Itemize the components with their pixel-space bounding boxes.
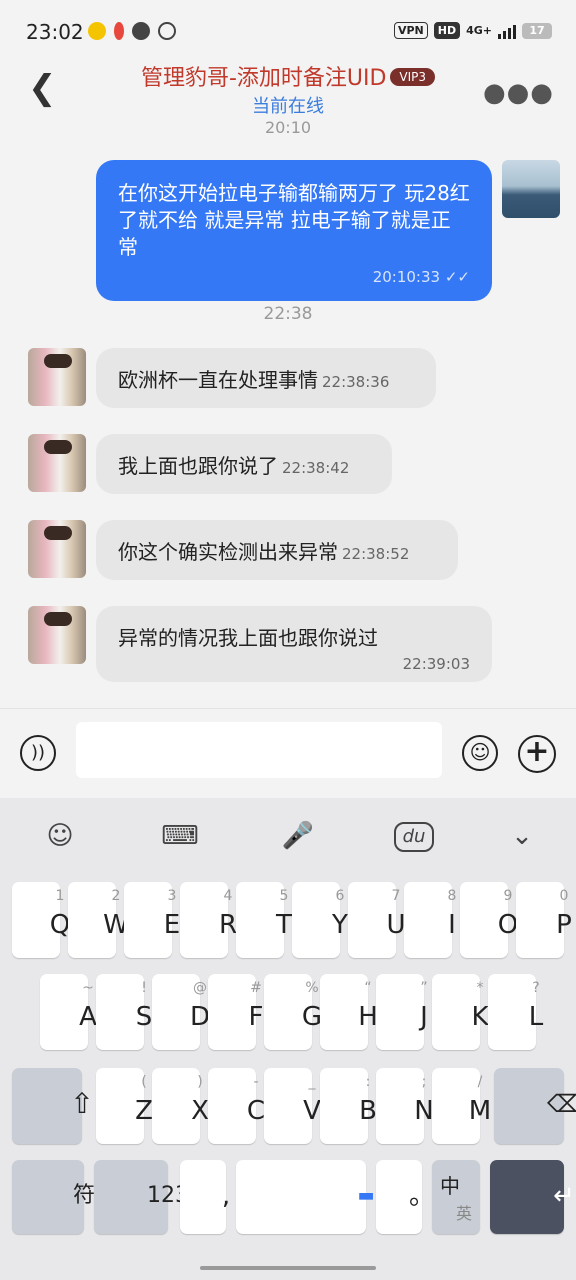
backspace-key[interactable]: ⌫ bbox=[494, 1068, 576, 1144]
key-i[interactable]: 8I bbox=[404, 882, 456, 958]
home-indicator[interactable] bbox=[200, 1266, 376, 1270]
key-n[interactable]: ; N bbox=[376, 1068, 434, 1144]
chat-title: 管理豹哥-添加时备注UID bbox=[140, 66, 387, 91]
contact-avatar[interactable] bbox=[28, 348, 86, 406]
key-m[interactable]: / M bbox=[432, 1068, 491, 1144]
battery-icon: 17 bbox=[522, 22, 552, 39]
plus-icon[interactable]: + bbox=[518, 735, 556, 773]
notification-icons bbox=[88, 22, 176, 40]
message-time: 22:39:03 bbox=[402, 655, 470, 673]
status-time: 23:02 bbox=[26, 20, 84, 44]
enter-key[interactable]: ↵ bbox=[490, 1160, 575, 1234]
microphone-icon[interactable]: 🎤 bbox=[278, 818, 318, 854]
key-secondary-label: ? bbox=[532, 980, 540, 996]
contact-message-bubble[interactable]: 我上面也跟你说了 22:38:42 bbox=[96, 434, 392, 494]
key-label: L bbox=[528, 1002, 544, 1032]
shift-icon: ⇧ bbox=[70, 1087, 94, 1120]
network-label: 4G+ bbox=[466, 24, 492, 37]
voice-icon[interactable]: )) bbox=[20, 735, 56, 771]
contact-avatar[interactable] bbox=[28, 520, 86, 578]
timestamp-divider: 20:10 bbox=[264, 120, 312, 137]
message-text: 异常的情况我上面也跟你说过 bbox=[118, 626, 378, 650]
key-t[interactable]: 5T bbox=[236, 882, 292, 958]
message-time: 22:38:42 bbox=[282, 459, 350, 477]
contact-avatar[interactable] bbox=[28, 434, 86, 492]
comma-key[interactable]: , bbox=[180, 1160, 230, 1234]
link-notification-icon bbox=[158, 22, 176, 40]
location-pin-icon bbox=[114, 22, 124, 40]
keyboard-toolbar: ☺ ⌨ 🎤 du ⌄ bbox=[0, 798, 576, 874]
period-key[interactable]: 。 bbox=[376, 1160, 435, 1234]
key-j[interactable]: ” J bbox=[376, 974, 428, 1050]
numbers-key[interactable]: 123 bbox=[94, 1160, 189, 1234]
key-h[interactable]: “H bbox=[320, 974, 378, 1050]
composer-bar: )) ☺ + bbox=[0, 708, 576, 798]
language-switch-key[interactable]: 中 英 bbox=[432, 1160, 480, 1234]
read-receipt-icon: ✓✓ bbox=[444, 268, 470, 286]
backspace-icon: ⌫ bbox=[547, 1090, 576, 1118]
my-message-bubble[interactable]: 在你这开始拉电子输都输两万了 玩28红了就不给 就是异常 拉电子输了就是正常 2… bbox=[96, 160, 492, 301]
key-s[interactable]: ! S bbox=[96, 974, 152, 1050]
message-text: 欧洲杯一直在处理事情 bbox=[118, 367, 318, 392]
key-r[interactable]: 4R bbox=[180, 882, 237, 958]
status-right: VPN HD 4G+ 17 bbox=[393, 22, 552, 39]
key-g[interactable]: % G bbox=[264, 974, 322, 1050]
key-p[interactable]: 0P bbox=[516, 882, 572, 958]
collapse-icon[interactable]: ⌄ bbox=[502, 818, 542, 854]
message-notification-icon bbox=[132, 22, 150, 40]
message-text: 我上面也跟你说了 bbox=[118, 453, 278, 478]
timestamp-divider: 22:38 bbox=[263, 304, 313, 324]
key-k[interactable]: * K bbox=[432, 974, 489, 1050]
message-time: 22:38:36 bbox=[322, 373, 390, 391]
my-avatar[interactable] bbox=[502, 160, 560, 218]
contact-message-bubble[interactable]: 异常的情况我上面也跟你说过 22:39:03 bbox=[96, 606, 492, 682]
key-q[interactable]: 1Q bbox=[12, 882, 70, 958]
vpn-badge: VPN bbox=[393, 22, 428, 39]
key-u[interactable]: 7U bbox=[348, 882, 406, 958]
language-key-top: 中 bbox=[440, 1174, 460, 1198]
message-input[interactable] bbox=[76, 722, 442, 778]
message-text: 你这个确实检测出来异常 bbox=[118, 539, 338, 564]
keyboard-layout-icon[interactable]: ⌨ bbox=[160, 818, 200, 854]
language-key-bottom: 英 bbox=[456, 1204, 473, 1223]
message-list[interactable]: 20:10 在你这开始拉电子输都输两万了 玩28红了就不给 就是异常 拉电子输了… bbox=[0, 120, 576, 708]
hd-badge: HD bbox=[433, 22, 461, 39]
my-message-time: 20:10:33 bbox=[372, 268, 441, 286]
more-icon[interactable]: ●●● bbox=[483, 78, 554, 108]
soft-keyboard: ☺ ⌨ 🎤 du ⌄ 1Q2W3E4R5T6Y7U8I9O0P ~ A! S @ D # F… bbox=[0, 798, 576, 1280]
key-f[interactable]: # F bbox=[208, 974, 263, 1050]
vip-badge: VIP3 bbox=[390, 68, 436, 86]
key-y[interactable]: 6Y bbox=[292, 882, 348, 958]
key-label: P bbox=[556, 910, 572, 940]
key-b[interactable]: :B bbox=[320, 1068, 377, 1144]
key-l[interactable]: ? L bbox=[488, 974, 543, 1050]
key-e[interactable]: 3E bbox=[124, 882, 180, 958]
key-c[interactable]: -C bbox=[208, 1068, 265, 1144]
contact-message-bubble[interactable]: 欧洲杯一直在处理事情 22:38:36 bbox=[96, 348, 436, 408]
contact-message-bubble[interactable]: 你这个确实检测出来异常 22:38:52 bbox=[96, 520, 458, 580]
key-v[interactable]: _ V bbox=[264, 1068, 321, 1144]
key-o[interactable]: 9O bbox=[460, 882, 518, 958]
shift-key[interactable]: ⇧ bbox=[12, 1068, 94, 1144]
key-x[interactable]: ) X bbox=[152, 1068, 209, 1144]
contact-avatar[interactable] bbox=[28, 606, 86, 664]
status-bar: 23:02 VPN HD 4G+ 17 bbox=[0, 0, 576, 56]
my-message-meta: 20:10:33 ✓✓ bbox=[373, 264, 470, 291]
emoji-icon[interactable]: ☺ bbox=[462, 735, 498, 771]
chat-header: ❮ 管理豹哥-添加时备注UID VIP3 当前在线 ●●● bbox=[0, 56, 576, 120]
key-secondary-label: 0 bbox=[559, 888, 569, 904]
app-notification-icon bbox=[88, 22, 106, 40]
key-d[interactable]: @ D bbox=[152, 974, 210, 1050]
du-icon[interactable]: du bbox=[394, 822, 434, 852]
signal-icon bbox=[498, 23, 516, 39]
message-time: 22:38:52 bbox=[342, 545, 410, 563]
symbols-key[interactable]: 符 bbox=[12, 1160, 95, 1234]
my-message-text: 在你这开始拉电子输都输两万了 玩28红了就不给 就是异常 拉电子输了就是正常 bbox=[118, 181, 470, 259]
space-key[interactable]: ▬ bbox=[236, 1160, 375, 1234]
key-w[interactable]: 2W bbox=[68, 882, 129, 958]
keyboard-emoji-icon[interactable]: ☺ bbox=[40, 818, 80, 854]
key-a[interactable]: ~ A bbox=[40, 974, 97, 1050]
enter-icon: ↵ bbox=[553, 1181, 575, 1211]
